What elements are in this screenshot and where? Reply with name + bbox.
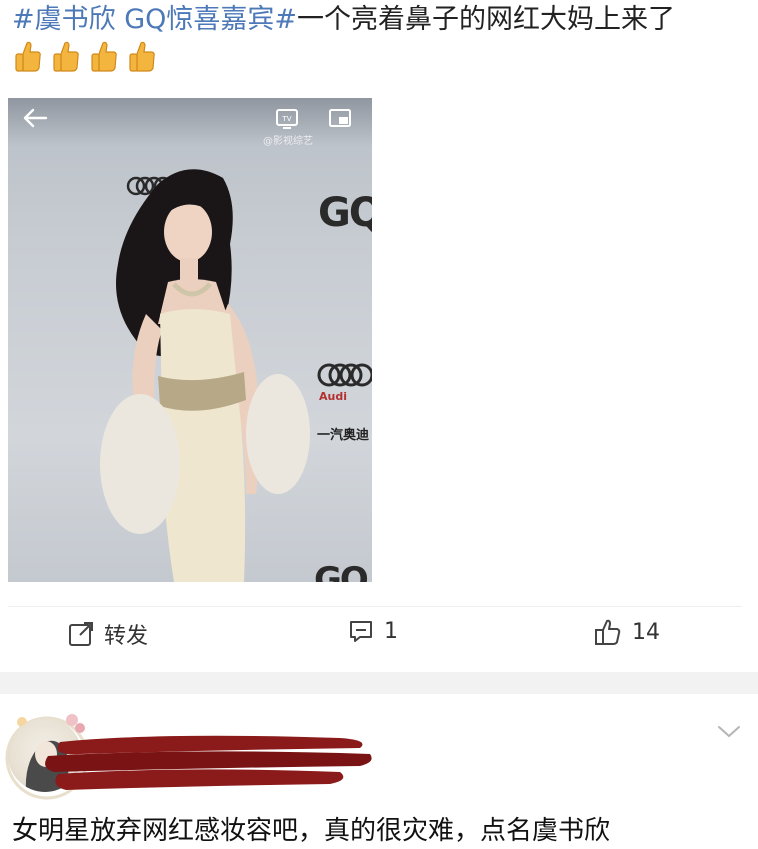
- video-watermark: @影视综艺: [263, 136, 313, 147]
- video-thumbnail[interactable]: GQ Audi 一汽奥迪 GQ TV @影视综艺: [8, 98, 372, 582]
- redacted-username: [45, 735, 372, 790]
- audi-label: Audi: [319, 390, 347, 403]
- gq-logo: GQ: [314, 560, 369, 582]
- comment-button[interactable]: 1: [348, 618, 398, 644]
- section-separator: [0, 672, 758, 694]
- like-thumb-icon: [595, 619, 621, 645]
- like-count: 14: [632, 619, 660, 645]
- svg-text:TV: TV: [281, 115, 291, 123]
- tv-cast-icon[interactable]: TV: [275, 108, 299, 134]
- repost-button[interactable]: 转发: [68, 618, 148, 650]
- video-top-bar: [8, 98, 372, 146]
- divider: [8, 606, 742, 607]
- post-body: 一个亮着鼻子的网红大妈上来了: [297, 4, 676, 35]
- hashtag-link[interactable]: #虞书欣 GQ惊喜嘉宾#: [12, 4, 297, 35]
- gq-logo: GQ: [318, 190, 372, 236]
- like-button[interactable]: 14: [594, 618, 660, 646]
- audi-cn-label: 一汽奥迪: [317, 428, 370, 443]
- repost-label: 转发: [104, 624, 149, 649]
- comment-text: 女明星放弃网红感妆容吧，真的很灾难，点名虞书欣: [12, 816, 611, 846]
- audi-rings-logo: [316, 362, 372, 392]
- comment-count: 1: [384, 618, 398, 644]
- thumbs-up-icon: [90, 40, 118, 72]
- picture-in-picture-icon[interactable]: [328, 108, 352, 134]
- chevron-down-icon[interactable]: [716, 724, 742, 744]
- repost-icon: [69, 622, 93, 646]
- post-text: #虞书欣 GQ惊喜嘉宾#一个亮着鼻子的网红大妈上来了: [12, 2, 752, 38]
- comment-icon: [350, 621, 372, 642]
- back-arrow-icon[interactable]: [22, 106, 48, 134]
- thumbs-up-icon: [52, 40, 80, 72]
- person-figure: [100, 169, 310, 582]
- emoji-row: [14, 40, 156, 72]
- thumbs-up-icon: [128, 40, 156, 72]
- thumbs-up-icon: [14, 40, 42, 72]
- action-bar: 转发 1 14: [0, 618, 758, 660]
